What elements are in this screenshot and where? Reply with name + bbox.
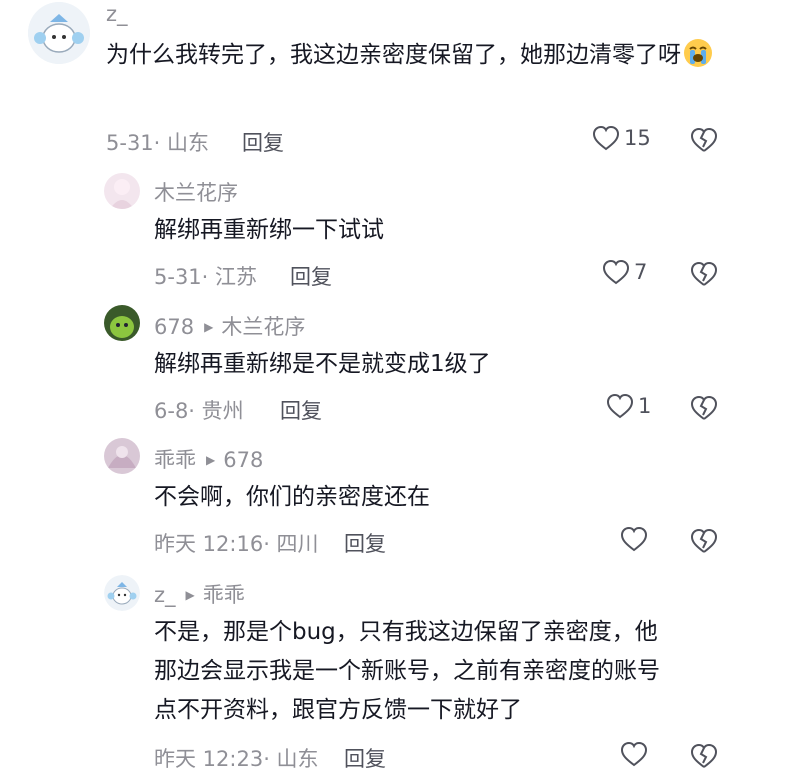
reply-button[interactable]: 回复 — [290, 261, 332, 291]
comment-text: 不会啊，你们的亲密度还在 — [154, 484, 430, 510]
username[interactable]: 木兰花序 — [154, 177, 238, 207]
heart-outline-icon — [620, 741, 648, 767]
avatar[interactable] — [104, 438, 140, 474]
heart-outline-icon — [620, 526, 648, 552]
reply-button[interactable]: 回复 — [280, 395, 322, 425]
like-button[interactable] — [620, 741, 652, 767]
broken-heart-icon[interactable] — [690, 527, 718, 555]
comment-text: 不是，那是个bug，只有我这边保留了亲密度，他 那边会显示我是一个新账号，之前有… — [154, 613, 754, 730]
like-button[interactable]: 1 — [606, 393, 651, 419]
reply-button[interactable]: 回复 — [242, 127, 284, 157]
heart-outline-icon — [592, 125, 620, 151]
date-location: 昨天 12:23· 山东 — [154, 747, 319, 771]
broken-heart-icon[interactable] — [690, 394, 718, 422]
comment-text-line: 点不开资料，跟官方反馈一下就好了 — [154, 697, 522, 723]
comment-text-content: 为什么我转完了，我这边亲密度保留了，她那边清零了呀 — [106, 42, 681, 68]
date-location: 5-31· 江苏 — [154, 265, 258, 289]
username[interactable]: 678 ▶ 木兰花序 — [154, 311, 305, 341]
reply-to-user[interactable]: 678 — [223, 448, 263, 472]
avatar[interactable] — [104, 173, 140, 209]
loudly-crying-face-icon — [684, 39, 712, 67]
like-button[interactable] — [620, 526, 652, 552]
date-location: 6-8· 贵州 — [154, 399, 244, 423]
like-button[interactable]: 7 — [602, 259, 647, 285]
reply-button[interactable]: 回复 — [344, 528, 386, 558]
username-text[interactable]: 乖乖 — [154, 448, 196, 472]
heart-outline-icon — [602, 259, 630, 285]
avatar[interactable] — [28, 2, 90, 64]
username-text[interactable]: z_ — [154, 583, 176, 607]
like-count: 1 — [638, 394, 652, 418]
broken-heart-icon[interactable] — [690, 260, 718, 288]
like-count: 15 — [624, 126, 651, 150]
reply-to-user[interactable]: 乖乖 — [203, 583, 245, 607]
comment-4: 乖乖 ▶ 678 不会啊，你们的亲密度还在 昨天 12:16· 四川 回复 — [0, 430, 800, 565]
comment-2: 木兰花序 解绑再重新绑一下试试 5-31· 江苏 回复 7 — [0, 165, 800, 295]
avatar[interactable] — [104, 305, 140, 341]
comment-text: 解绑再重新绑是不是就变成1级了 — [154, 351, 491, 377]
comment-text-line: 不是，那是个bug，只有我这边保留了亲密度，他 — [154, 619, 658, 645]
comment-5: z_ ▶ 乖乖 不是，那是个bug，只有我这边保留了亲密度，他 那边会显示我是一个新… — [0, 565, 800, 771]
like-count: 7 — [634, 260, 648, 284]
avatar[interactable] — [104, 575, 140, 611]
username[interactable]: z_ — [106, 2, 128, 26]
like-button[interactable]: 15 — [592, 125, 651, 151]
comment-text: 为什么我转完了，我这边亲密度保留了，她那边清零了呀 — [106, 36, 746, 75]
broken-heart-icon[interactable] — [690, 126, 718, 154]
comment-3: 678 ▶ 木兰花序 解绑再重新绑是不是就变成1级了 6-8· 贵州 回复 1 — [0, 295, 800, 430]
reply-to-user[interactable]: 木兰花序 — [221, 315, 305, 339]
comment-1: z_ 为什么我转完了，我这边亲密度保留了，她那边清零了呀 5-31· 山东 回复… — [0, 0, 800, 165]
play-triangle-icon: ▶ — [204, 320, 214, 334]
username[interactable]: z_ ▶ 乖乖 — [154, 579, 245, 609]
username[interactable]: 乖乖 ▶ 678 — [154, 444, 263, 474]
play-triangle-icon: ▶ — [185, 588, 195, 602]
play-triangle-icon: ▶ — [206, 453, 216, 467]
date-location: 昨天 12:16· 四川 — [154, 532, 319, 556]
heart-outline-icon — [606, 393, 634, 419]
username-text[interactable]: 678 — [154, 315, 194, 339]
comment-text: 解绑再重新绑一下试试 — [154, 217, 384, 243]
broken-heart-icon[interactable] — [690, 742, 718, 770]
comment-text-line: 那边会显示我是一个新账号，之前有亲密度的账号 — [154, 658, 660, 684]
reply-button[interactable]: 回复 — [344, 743, 386, 773]
date-location: 5-31· 山东 — [106, 131, 210, 155]
